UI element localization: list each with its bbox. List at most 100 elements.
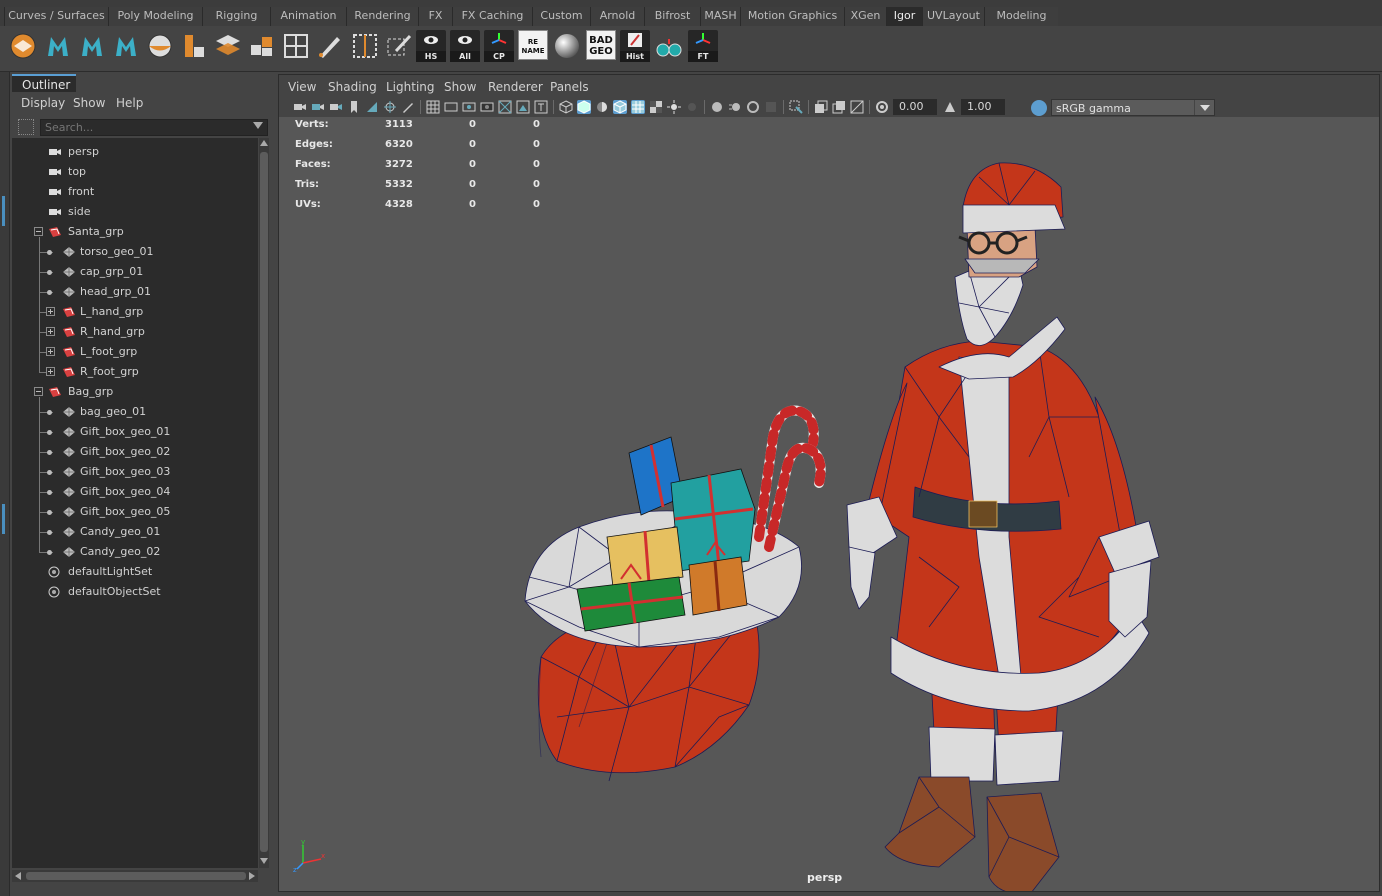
shelf-tab-fx-caching[interactable]: FX Caching [452, 7, 532, 26]
outliner-item-front[interactable]: front [12, 182, 258, 202]
depth-of-field-icon[interactable] [764, 100, 778, 114]
outliner-item-bag-geo-01[interactable]: bag_geo_01 [12, 402, 258, 422]
cp-button[interactable]: CP [484, 30, 514, 62]
xray-joints-icon[interactable] [814, 100, 828, 114]
camera-lock-icon[interactable] [311, 100, 325, 114]
shelf-tab-curves-surfaces[interactable]: Curves / Surfaces [4, 7, 108, 26]
grid-icon[interactable] [281, 31, 311, 61]
hist-button[interactable]: Hist [620, 30, 650, 62]
menu-show[interactable]: Show [444, 80, 476, 94]
shadows-icon[interactable] [685, 100, 699, 114]
outliner-item-candy-geo-02[interactable]: Candy_geo_02 [12, 542, 258, 562]
cube-stack-icon[interactable] [179, 31, 209, 61]
ambient-occlusion-icon[interactable] [710, 100, 724, 114]
outliner-item-cap-grp-01[interactable]: cap_grp_01 [12, 262, 258, 282]
color-management-toggle-icon[interactable] [1031, 100, 1047, 116]
bad-geo-button[interactable]: BAD GEO [586, 30, 616, 60]
textured-icon[interactable] [649, 100, 663, 114]
shelf-tab-uvlayout[interactable]: UVLayout [922, 7, 984, 26]
outliner-tab[interactable]: Outliner [12, 74, 76, 92]
menu-shading[interactable]: Shading [328, 80, 377, 94]
shelf-tab-poly-modeling[interactable]: Poly Modeling [108, 7, 202, 26]
scroll-thumb[interactable] [26, 872, 246, 880]
3d-viewport[interactable]: Verts: 3113 0 0 Edges: 6320 0 0 Faces: 3272 0 0 Tris… [279, 117, 1379, 891]
wireframe-icon[interactable] [559, 100, 573, 114]
scroll-thumb[interactable] [260, 152, 268, 852]
shelf-tab-mash[interactable]: MASH [700, 7, 740, 26]
wireframe-on-shaded-icon[interactable] [613, 100, 627, 114]
scroll-down-icon[interactable] [260, 858, 268, 864]
scroll-right-icon[interactable] [249, 872, 255, 880]
outliner-item-torso-geo-01[interactable]: torso_geo_01 [12, 242, 258, 262]
all-button[interactable]: All [450, 30, 480, 62]
shelf-tab-arnold[interactable]: Arnold [590, 7, 644, 26]
filter-icon[interactable] [18, 119, 34, 135]
outliner-vertical-scrollbar[interactable] [259, 138, 269, 868]
shelf-tab-modeling[interactable]: Modeling [984, 7, 1058, 26]
pen-icon[interactable] [315, 31, 345, 61]
sphere-tool-icon[interactable] [145, 31, 175, 61]
menu-view[interactable]: View [288, 80, 316, 94]
outliner-item-l-foot-grp[interactable]: L_foot_grp [12, 342, 258, 362]
outliner-item-gift-box-geo-02[interactable]: Gift_box_geo_02 [12, 442, 258, 462]
smooth-shade-icon[interactable] [577, 100, 591, 114]
outliner-item-gift-box-geo-04[interactable]: Gift_box_geo_04 [12, 482, 258, 502]
resolution-gate-icon[interactable] [462, 100, 476, 114]
film-gate-icon[interactable] [444, 100, 458, 114]
blocks-icon[interactable] [247, 31, 277, 61]
default-material-icon[interactable] [595, 100, 609, 114]
exposure-icon[interactable] [875, 100, 889, 114]
outliner-item-persp[interactable]: persp [12, 142, 258, 162]
expand-toggle-icon[interactable] [34, 227, 43, 236]
select-edit-icon[interactable] [384, 31, 414, 61]
scroll-left-icon[interactable] [15, 872, 21, 880]
safe-action-icon[interactable] [516, 100, 530, 114]
expand-toggle-icon[interactable] [46, 347, 55, 356]
outliner-item-defaultlightset[interactable]: defaultLightSet [12, 562, 258, 582]
outliner-item-bag-grp[interactable]: Bag_grp [12, 382, 258, 402]
outliner-horizontal-scrollbar[interactable] [12, 870, 258, 882]
poly-tool-icon[interactable] [8, 31, 38, 61]
outliner-item-gift-box-geo-01[interactable]: Gift_box_geo_01 [12, 422, 258, 442]
outliner-item-santa-grp[interactable]: Santa_grp [12, 222, 258, 242]
image-plane-icon[interactable] [365, 100, 379, 114]
hs-button[interactable]: HS [416, 30, 446, 62]
outliner-item-r-hand-grp[interactable]: R_hand_grp [12, 322, 258, 342]
xray-active-icon[interactable] [832, 100, 846, 114]
expand-toggle-icon[interactable] [46, 307, 55, 316]
shelf-tab-motion-graphics[interactable]: Motion Graphics [740, 7, 844, 26]
outliner-item-side[interactable]: side [12, 202, 258, 222]
menu-lighting[interactable]: Lighting [386, 80, 435, 94]
expand-toggle-icon[interactable] [46, 327, 55, 336]
expand-toggle-icon[interactable] [46, 367, 55, 376]
isolate-select-icon[interactable] [789, 100, 803, 114]
ft-button[interactable]: FT [688, 30, 718, 62]
motion-blur-icon[interactable] [728, 100, 742, 114]
camera-attributes-icon[interactable] [329, 100, 343, 114]
outliner-item-gift-box-geo-05[interactable]: Gift_box_geo_05 [12, 502, 258, 522]
shelf-tab-xgen[interactable]: XGen [844, 7, 886, 26]
lights-icon[interactable] [667, 100, 681, 114]
outliner-item-defaultobjectset[interactable]: defaultObjectSet [12, 582, 258, 602]
grease-pencil-icon[interactable] [401, 100, 415, 114]
shelf-tab-fx[interactable]: FX [418, 7, 452, 26]
outliner-item-candy-geo-01[interactable]: Candy_geo_01 [12, 522, 258, 542]
xray-icon[interactable] [631, 100, 645, 114]
gate-mask-icon[interactable] [480, 100, 494, 114]
split-icon[interactable] [350, 31, 380, 61]
bookmark-icon[interactable] [347, 100, 361, 114]
search-input[interactable] [40, 119, 268, 136]
shelf-tab-custom[interactable]: Custom [532, 7, 590, 26]
color-space-dropdown[interactable]: sRGB gamma [1051, 99, 1215, 116]
outliner-item-r-foot-grp[interactable]: R_foot_grp [12, 362, 258, 382]
layers-icon[interactable] [213, 31, 243, 61]
maya-tool-icon[interactable] [111, 31, 141, 61]
safe-title-icon[interactable] [534, 100, 548, 114]
outliner-menu-show[interactable]: Show [73, 96, 105, 110]
camera-select-icon[interactable] [293, 100, 307, 114]
rename-button[interactable]: RE NAME [518, 30, 548, 60]
maya-tool-icon[interactable] [43, 31, 73, 61]
chevron-down-icon[interactable] [1194, 100, 1214, 115]
2d-pan-zoom-icon[interactable] [383, 100, 397, 114]
scroll-up-icon[interactable] [260, 140, 268, 146]
